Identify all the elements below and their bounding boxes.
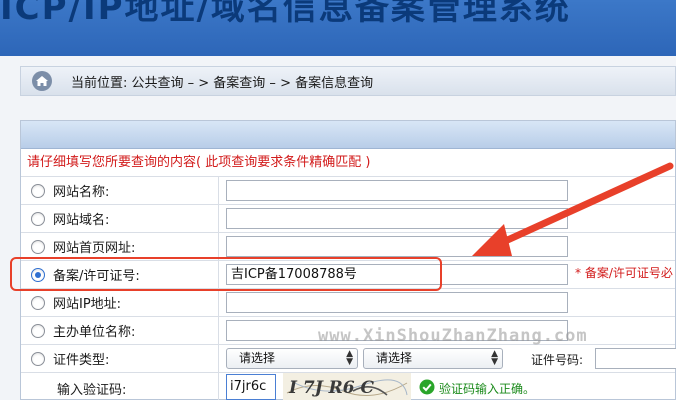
row-cert-type: 证件类型: 请选择 ▲ ▼ 请选择 ▲ ▼ 证件号码: (21, 345, 676, 373)
label-ip: 网站IP地址: (53, 297, 122, 312)
row-captcha: 输入验证码: i7jr6c I 7J R6 C 验证码输入正确。 (21, 373, 675, 400)
home-icon[interactable] (31, 70, 53, 92)
captcha-label: 输入验证码: (57, 383, 127, 398)
annotation-highlight (10, 257, 442, 291)
radio-domain[interactable] (31, 211, 45, 226)
domain-input[interactable] (226, 208, 568, 229)
panel-header (21, 121, 675, 149)
radio-homepage[interactable] (31, 239, 45, 254)
captcha-status: 验证码输入正确。 (439, 382, 536, 396)
updown-icon: ▲ ▼ (491, 349, 498, 367)
updown-icon: ▲ ▼ (346, 349, 353, 367)
ip-input[interactable] (226, 292, 568, 313)
cert-no-label: 证件号码: (531, 353, 584, 367)
watermark: www.XinShouZhanZhang.com (318, 326, 588, 346)
homepage-input[interactable] (226, 236, 568, 257)
radio-ip[interactable] (31, 295, 45, 310)
radio-site-name[interactable] (31, 183, 45, 198)
banner-title: ICP/IP地址/域名信息备案管理系统 (0, 0, 571, 28)
cert-type-select-1[interactable]: 请选择 ▲ ▼ (226, 348, 358, 369)
site-name-input[interactable] (226, 180, 568, 201)
captcha-text: I 7J R6 C (288, 378, 375, 398)
breadcrumb-text: 当前位置: 公共查询 – > 备案查询 – > 备案信息查询 (71, 75, 374, 91)
row-site-name: 网站名称: (21, 177, 675, 205)
row-ip: 网站IP地址: (21, 289, 675, 317)
header-banner: ICP/IP地址/域名信息备案管理系统 (0, 0, 676, 56)
radio-organizer[interactable] (31, 323, 45, 338)
breadcrumb: 当前位置: 公共查询 – > 备案查询 – > 备案信息查询 (20, 66, 676, 96)
check-icon (419, 379, 435, 395)
radio-cert-type[interactable] (31, 351, 45, 366)
label-homepage: 网站首页网址: (53, 241, 136, 256)
cert-no-input[interactable] (595, 348, 676, 369)
captcha-image[interactable]: I 7J R6 C (283, 373, 411, 400)
label-domain: 网站域名: (53, 213, 110, 228)
row-domain: 网站域名: (21, 205, 675, 233)
label-site-name: 网站名称: (53, 185, 110, 200)
label-cert-type: 证件类型: (53, 353, 110, 368)
captcha-input[interactable]: i7jr6c (226, 374, 276, 400)
license-required-hint: * 备案/许可证号必 (575, 266, 673, 280)
label-organizer: 主办单位名称: (53, 325, 136, 340)
instruction-text: 请仔细填写您所要查询的内容( 此项查询要求条件精确匹配 ) (21, 149, 675, 177)
cert-type-select-2[interactable]: 请选择 ▲ ▼ (363, 348, 503, 369)
